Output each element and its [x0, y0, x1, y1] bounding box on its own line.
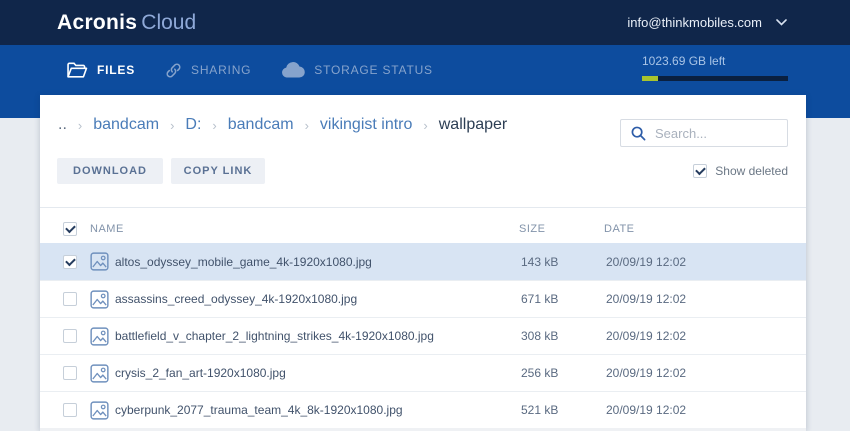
breadcrumb-item[interactable]: vikingist intro: [320, 116, 412, 134]
file-name[interactable]: crysis_2_fan_art-1920x1080.jpg: [115, 366, 521, 380]
file-name[interactable]: assassins_creed_odyssey_4k-1920x1080.jpg: [115, 292, 521, 306]
image-file-icon: [90, 252, 109, 271]
show-deleted-toggle[interactable]: Show deleted: [693, 164, 788, 178]
nav-item-label: STORAGE STATUS: [314, 63, 433, 77]
logo-primary: Acronis: [57, 11, 137, 35]
search-input[interactable]: [655, 126, 777, 141]
table-row[interactable]: cyberpunk_2077_trauma_team_4k_8k-1920x10…: [40, 391, 806, 428]
cloud-icon: [281, 62, 305, 78]
toolbar-separator: [40, 207, 806, 208]
storage-progress-track: [642, 76, 788, 81]
nav-items: FILES SHARING STORAGE STATUS: [66, 45, 433, 95]
nav-item-label: SHARING: [191, 63, 251, 77]
nav-item-sharing[interactable]: SHARING: [165, 62, 251, 79]
show-deleted-checkbox[interactable]: [693, 164, 707, 178]
breadcrumb-item[interactable]: D:: [185, 116, 201, 134]
table-row[interactable]: altos_odyssey_mobile_game_4k-1920x1080.j…: [40, 243, 806, 280]
file-size: 256 kB: [521, 366, 606, 380]
breadcrumb-item[interactable]: bandcam: [93, 116, 159, 134]
file-date: 20/09/19 12:02: [606, 366, 806, 380]
breadcrumb: .. › bandcam › D: › bandcam › vikingist intro › wa…: [58, 116, 507, 134]
row-checkbox[interactable]: [63, 255, 77, 269]
breadcrumb-item[interactable]: ..: [58, 116, 67, 134]
column-header-size[interactable]: SIZE: [519, 223, 604, 235]
folder-icon: [66, 62, 88, 79]
column-header-name[interactable]: NAME: [90, 223, 519, 235]
file-size: 308 kB: [521, 329, 606, 343]
show-deleted-label: Show deleted: [715, 164, 788, 178]
file-date: 20/09/19 12:02: [606, 292, 806, 306]
file-name[interactable]: battlefield_v_chapter_2_lightning_strike…: [115, 329, 521, 343]
select-all-checkbox[interactable]: [63, 222, 77, 236]
account-email: info@thinkmobiles.com: [627, 15, 762, 30]
chevron-down-icon: [776, 19, 787, 26]
file-size: 671 kB: [521, 292, 606, 306]
table-row[interactable]: battlefield_v_chapter_2_lightning_strike…: [40, 317, 806, 354]
breadcrumb-item[interactable]: bandcam: [228, 116, 294, 134]
image-file-icon: [90, 327, 109, 346]
table-row[interactable]: crysis_2_fan_art-1920x1080.jpg 256 kB 20…: [40, 354, 806, 391]
content-card: .. › bandcam › D: › bandcam › vikingist intro › wa…: [40, 95, 806, 431]
acronis-cloud-logo: Acronis Cloud: [57, 0, 196, 45]
table-header: NAME SIZE DATE: [40, 215, 806, 243]
search-box[interactable]: [620, 119, 788, 147]
row-checkbox[interactable]: [63, 403, 77, 417]
file-size: 143 kB: [521, 255, 606, 269]
copy-link-button[interactable]: COPY LINK: [171, 158, 265, 184]
table-row[interactable]: assassins_creed_odyssey_4k-1920x1080.jpg…: [40, 280, 806, 317]
breadcrumb-current: wallpaper: [439, 116, 507, 134]
row-checkbox[interactable]: [63, 329, 77, 343]
storage-progress-fill: [642, 76, 658, 81]
breadcrumb-separator: ›: [78, 118, 82, 133]
image-file-icon: [90, 290, 109, 309]
file-list: altos_odyssey_mobile_game_4k-1920x1080.j…: [40, 243, 806, 431]
file-date: 20/09/19 12:02: [606, 403, 806, 417]
breadcrumb-separator: ›: [212, 118, 216, 133]
breadcrumb-separator: ›: [170, 118, 174, 133]
file-date: 20/09/19 12:02: [606, 255, 806, 269]
file-name[interactable]: cyberpunk_2077_trauma_team_4k_8k-1920x10…: [115, 403, 521, 417]
nav-item-label: FILES: [97, 63, 135, 77]
image-file-icon: [90, 364, 109, 383]
file-date: 20/09/19 12:02: [606, 329, 806, 343]
image-file-icon: [90, 401, 109, 420]
top-bar: Acronis Cloud info@thinkmobiles.com: [0, 0, 850, 45]
nav-item-storage-status[interactable]: STORAGE STATUS: [281, 62, 433, 78]
logo-secondary: Cloud: [141, 11, 196, 35]
nav-item-files[interactable]: FILES: [66, 62, 135, 79]
column-header-date[interactable]: DATE: [604, 223, 806, 235]
account-menu[interactable]: info@thinkmobiles.com: [627, 0, 787, 45]
file-name[interactable]: altos_odyssey_mobile_game_4k-1920x1080.j…: [115, 255, 521, 269]
row-checkbox[interactable]: [63, 292, 77, 306]
breadcrumb-separator: ›: [305, 118, 309, 133]
link-icon: [165, 62, 182, 79]
storage-left-label: 1023.69 GB left: [642, 54, 788, 68]
breadcrumb-separator: ›: [423, 118, 427, 133]
download-button[interactable]: DOWNLOAD: [57, 158, 163, 184]
storage-meter: 1023.69 GB left: [642, 54, 788, 81]
file-size: 521 kB: [521, 403, 606, 417]
search-icon: [631, 126, 646, 141]
row-checkbox[interactable]: [63, 366, 77, 380]
